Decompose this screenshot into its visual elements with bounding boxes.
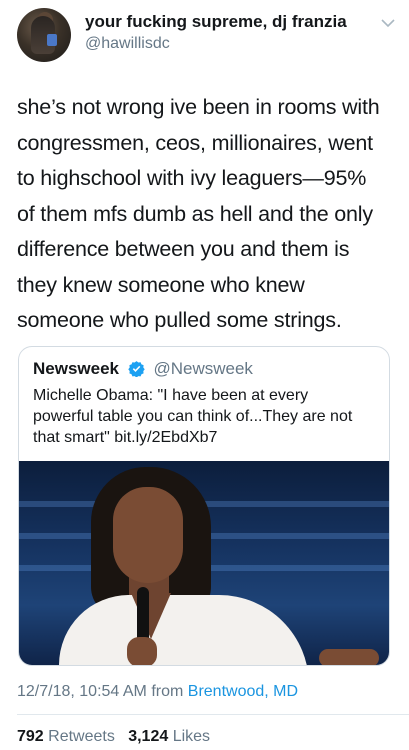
tweet-text: she’s not wrong ive been in rooms with c… (17, 90, 397, 339)
likes-count[interactable]: 3,124 (128, 728, 168, 745)
quoted-tweet-text: Michelle Obama: "I have been at every po… (33, 385, 383, 448)
retweets-count[interactable]: 792 (17, 728, 44, 745)
chevron-down-icon[interactable] (379, 16, 397, 30)
tweet-line: of them mfs dumb as hell and the only (17, 201, 373, 226)
tweet-line: to highschool with ivy leaguers—95% (17, 166, 367, 190)
quoted-line: Michelle Obama: "I have been at every (33, 387, 309, 404)
quoted-tweet-image[interactable] (19, 461, 389, 665)
user-avatar[interactable] (17, 8, 71, 62)
quoted-tweet-card[interactable]: Newsweek @Newsweek Michelle Obama: "I ha… (18, 346, 390, 666)
quoted-line: powerful table you can think of...They a… (33, 408, 353, 425)
tweet-stats: 792 Retweets 3,124 Likes (17, 728, 210, 746)
author-handle[interactable]: @hawillisdc (85, 35, 170, 53)
tweet-header: your fucking supreme, dj franzia @hawill… (17, 6, 401, 62)
quoted-tweet-header: Newsweek @Newsweek (33, 359, 253, 381)
quoted-line: that smart" bit.ly/2EbdXb7 (33, 429, 218, 446)
divider (17, 714, 409, 715)
tweet-timestamp: 12/7/18, 10:54 AM from Brentwood, MD (17, 683, 298, 701)
quoted-author-name[interactable]: Newsweek (33, 359, 119, 378)
location-link[interactable]: Brentwood, MD (188, 683, 298, 700)
tweet-line: difference between you and them is (17, 237, 350, 261)
author-display-name[interactable]: your fucking supreme, dj franzia (85, 12, 347, 32)
tweet-line: someone who pulled some strings. (17, 308, 342, 332)
quoted-author-handle[interactable]: @Newsweek (153, 359, 252, 378)
retweets-label[interactable]: Retweets (48, 728, 115, 745)
likes-label[interactable]: Likes (173, 728, 210, 745)
tweet-line: congressmen, ceos, millionaires, went (17, 130, 373, 155)
verified-badge-icon (128, 361, 145, 377)
timestamp-text: 12/7/18, 10:54 AM from (17, 683, 184, 700)
tweet-line: they knew someone who knew (17, 272, 305, 297)
tweet-line: she’s not wrong ive been in rooms with (17, 95, 380, 119)
